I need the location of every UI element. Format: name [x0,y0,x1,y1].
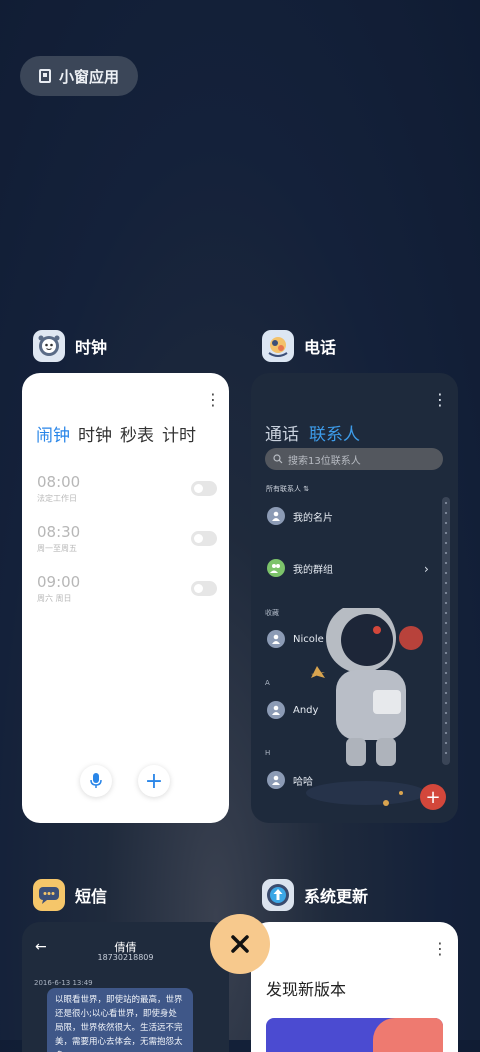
add-icon: + [425,786,441,808]
person-icon [272,634,280,644]
clock-app-card[interactable]: ⋮ 闹钟 时钟 秒表 计时 08:00 法定工作日 08:30 周一至周五 09… [22,373,229,823]
clock-app-icon [33,330,65,362]
system-update-app-name: 系统更新 [304,887,369,906]
avatar [267,701,285,719]
conversation-contact-number: 18730218809 [97,953,154,962]
tab-stopwatch[interactable]: 秒表 [120,421,154,446]
person-icon [272,705,280,715]
phone-app-card[interactable]: ⋮ 通话 联系人 搜索13位联系人 所有联系人 ⇅ 我的名片 我的群组 › 收藏… [251,373,458,823]
clear-all-button[interactable] [210,914,270,974]
contacts-tabs: 通话 联系人 [265,420,360,445]
add-icon: + [144,768,164,794]
mic-icon [90,773,102,788]
my-card-row[interactable]: 我的名片 [267,507,333,525]
alarm-item[interactable]: 08:00 法定工作日 [37,473,217,504]
alarm-time: 08:00 [37,473,81,491]
contact-name: 哈哈 [293,776,313,788]
messages-app-name: 短信 [75,887,108,906]
system-update-app-icon [262,879,294,911]
messages-app-icon [33,879,65,911]
contact-name: Andy [293,704,319,716]
my-groups-label: 我的群组 [293,564,333,576]
contact-row[interactable]: Nicole [267,630,324,648]
group-icon [270,564,280,573]
section-favorites: 收藏 [265,609,279,617]
tab-calls[interactable]: 通话 [265,420,299,445]
contacts-search-field[interactable]: 搜索13位联系人 [265,448,443,470]
search-icon [273,454,283,464]
messages-app-header[interactable]: 短信 [33,879,107,911]
alarm-repeat: 法定工作日 [37,494,77,503]
alarm-repeat: 周一至周五 [37,544,77,553]
chevron-right-icon: › [424,562,429,576]
message-date: 2016-6-13 13:49 [34,979,93,987]
small-window-apps-label: 小窗应用 [58,67,119,86]
search-placeholder: 搜索13位联系人 [288,455,361,467]
alarm-toggle[interactable] [191,531,217,546]
add-alarm-button[interactable]: + [138,765,170,797]
phone-app-header[interactable]: 电话 [262,330,336,362]
contact-row[interactable]: Andy [267,701,318,719]
small-window-icon [38,69,51,83]
phone-app-icon [262,330,294,362]
voice-alarm-button[interactable] [80,765,112,797]
more-options-icon[interactable]: ⋮ [432,392,448,408]
contacts-filter-label: 所有联系人 [266,485,301,493]
tab-clock[interactable]: 时钟 [78,421,112,446]
contact-name: Nicole [293,633,324,645]
small-window-apps-button[interactable]: 小窗应用 [20,56,138,96]
update-banner [266,1018,443,1052]
avatar [267,630,285,648]
avatar [267,507,285,525]
section-a: A [265,679,270,687]
alarm-item[interactable]: 08:30 周一至周五 [37,523,217,554]
add-contact-button[interactable]: + [420,784,446,810]
messages-app-card[interactable]: ← 倩倩 18730218809 2016-6-13 13:49 以眼看世界，即… [22,922,229,1052]
contact-row[interactable]: 哈哈 [267,771,313,789]
alphabet-index-bar[interactable] [442,497,450,765]
alarm-toggle[interactable] [191,581,217,596]
tab-alarm[interactable]: 闹钟 [36,421,70,446]
alarm-repeat: 周六 周日 [37,594,72,603]
more-options-icon[interactable]: ⋮ [432,941,448,957]
alarm-time: 08:30 [37,523,81,541]
clock-app-name: 时钟 [75,338,108,357]
section-h: H [265,749,271,757]
person-icon [272,511,280,521]
my-card-label: 我的名片 [293,512,333,524]
group-avatar [267,559,285,577]
sort-arrows-icon: ⇅ [303,485,310,493]
system-update-app-header[interactable]: 系统更新 [262,879,368,911]
update-title: 发现新版本 [266,980,347,999]
alarm-time: 09:00 [37,573,81,591]
avatar [267,771,285,789]
alarm-item[interactable]: 09:00 周六 周日 [37,573,217,604]
tab-timer[interactable]: 计时 [162,421,196,446]
clock-app-header[interactable]: 时钟 [33,330,107,362]
alarm-toggle[interactable] [191,481,217,496]
system-update-app-card[interactable]: ⋮ 发现新版本 [251,922,458,1052]
more-options-icon[interactable]: ⋮ [205,392,221,408]
my-groups-row[interactable]: 我的群组 [267,559,333,577]
contacts-filter[interactable]: 所有联系人 ⇅ [266,484,309,494]
close-icon [231,935,249,953]
phone-app-name: 电话 [304,338,337,357]
tab-contacts[interactable]: 联系人 [309,420,360,445]
clock-tabs: 闹钟 时钟 秒表 计时 [36,421,196,446]
message-bubble[interactable]: 以眼看世界，即使站的最高，世界还是很小;以心看世界，即使身处局限，世界依然很大。… [47,988,193,1052]
person-icon [272,775,280,785]
alphabet-index-ticks [445,502,447,754]
